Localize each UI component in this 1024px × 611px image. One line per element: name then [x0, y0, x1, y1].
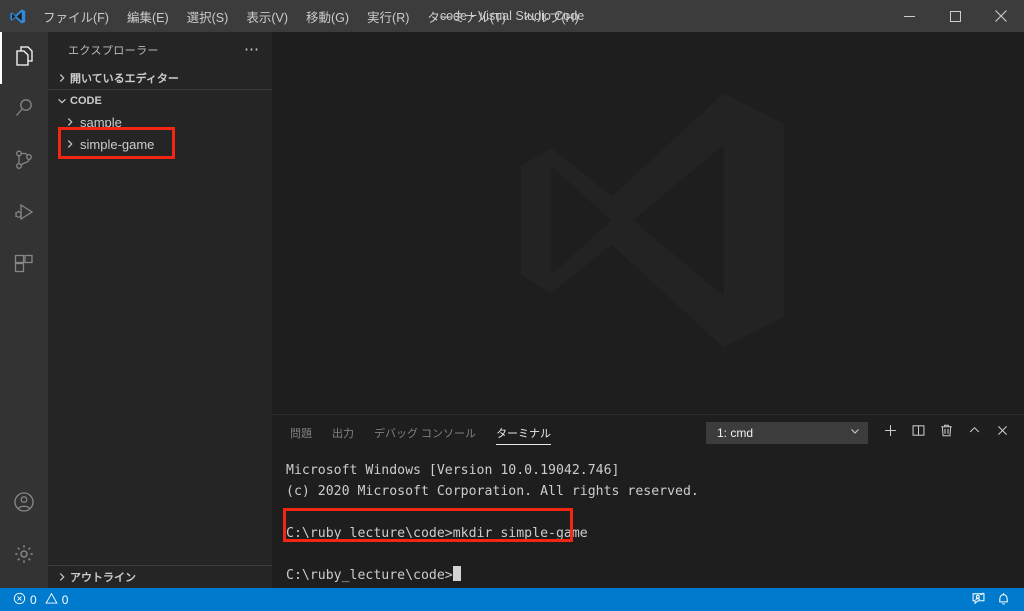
chevron-down-icon — [54, 93, 70, 109]
chevron-down-icon — [849, 425, 861, 440]
activitybar-item-explorer[interactable] — [0, 32, 48, 84]
notifications-bell-icon — [996, 591, 1011, 609]
close-panel-button[interactable] — [988, 419, 1016, 447]
extensions-icon — [12, 252, 36, 281]
activitybar-item-source-control[interactable] — [0, 136, 48, 188]
panel-actions: 1: cmd — [706, 415, 1016, 450]
status-feedback[interactable] — [966, 588, 991, 611]
activitybar-item-extensions[interactable] — [0, 240, 48, 292]
close-button[interactable] — [978, 0, 1024, 32]
split-terminal-icon — [911, 423, 926, 443]
terminal-instance-select[interactable]: 1: cmd — [706, 421, 868, 444]
activitybar-item-account[interactable] — [0, 478, 48, 530]
minimize-button[interactable] — [886, 0, 932, 32]
section-open-editors[interactable]: 開いているエディター — [48, 67, 272, 89]
title-bar: ファイル(F) 編集(E) 選択(S) 表示(V) 移動(G) 実行(R) ター… — [0, 0, 1024, 32]
section-outline-label: アウトライン — [70, 572, 136, 584]
menu-bar: ファイル(F) 編集(E) 選択(S) 表示(V) 移動(G) 実行(R) ター… — [34, 0, 588, 32]
panel-tab-bar: 問題 出力 デバッグ コンソール ターミナル 1: cmd — [272, 415, 1024, 450]
chevron-right-icon — [54, 569, 70, 585]
status-problems[interactable]: 0 0 — [8, 588, 73, 611]
menu-go[interactable]: 移動(G) — [297, 0, 358, 32]
menu-run[interactable]: 実行(R) — [358, 0, 418, 32]
warning-count: 0 — [61, 592, 69, 607]
search-icon — [12, 96, 36, 125]
section-outline-header[interactable]: アウトライン — [48, 566, 272, 588]
settings-gear-icon — [12, 542, 36, 571]
menu-selection[interactable]: 選択(S) — [178, 0, 238, 32]
sidebar-header: エクスプローラー ⋯ — [48, 32, 272, 67]
status-bar: 0 0 — [0, 588, 1024, 611]
activitybar-item-run-and-debug[interactable] — [0, 188, 48, 240]
section-open-editors-label: 開いているエディター — [70, 73, 179, 85]
terminal-instance-value: 1: cmd — [717, 425, 754, 440]
maximize-panel-chevron-up-icon — [967, 423, 982, 443]
menu-view[interactable]: 表示(V) — [237, 0, 297, 32]
terminal-output[interactable]: Microsoft Windows [Version 10.0.19042.74… — [272, 450, 1024, 589]
new-terminal-button[interactable] — [876, 419, 904, 447]
vscode-logo-icon — [0, 0, 34, 32]
vscode-window: ファイル(F) 編集(E) 選択(S) 表示(V) 移動(G) 実行(R) ター… — [0, 0, 1024, 611]
window-controls — [886, 0, 1024, 32]
status-notifications[interactable] — [991, 588, 1016, 611]
more-actions-icon[interactable]: ⋯ — [244, 42, 260, 57]
menu-edit[interactable]: 編集(E) — [118, 0, 178, 32]
warning-triangle-icon — [45, 592, 58, 608]
section-folder-code-label: CODE — [70, 94, 102, 107]
activitybar-item-settings[interactable] — [0, 530, 48, 582]
tab-terminal[interactable]: ターミナル — [496, 415, 552, 450]
tab-problems[interactable]: 問題 — [290, 415, 312, 450]
tab-debug-console[interactable]: デバッグ コンソール — [374, 415, 476, 450]
kill-terminal-button[interactable] — [932, 419, 960, 447]
source-control-icon — [12, 148, 36, 177]
menu-terminal[interactable]: ターミナル(T) — [418, 0, 514, 32]
tab-output[interactable]: 出力 — [332, 415, 354, 450]
account-icon — [12, 490, 36, 519]
tree-item-sample-label: sample — [80, 114, 122, 130]
activitybar-item-search[interactable] — [0, 84, 48, 136]
tree-item-simple-game-label: simple-game — [80, 136, 155, 152]
maximize-panel-button[interactable] — [960, 419, 988, 447]
menu-file[interactable]: ファイル(F) — [34, 0, 118, 32]
run-and-debug-icon — [12, 200, 36, 229]
new-terminal-plus-icon — [883, 423, 898, 443]
explorer-files-icon — [12, 44, 36, 73]
page-title: エクスプローラー — [68, 44, 159, 57]
editor-area — [272, 32, 1024, 414]
chevron-right-icon — [54, 70, 70, 86]
tree-item-sample[interactable]: sample — [48, 111, 272, 133]
section-folder-code[interactable]: CODE — [48, 89, 272, 111]
explorer-sidebar: エクスプローラー ⋯ 開いているエディター CODE sample simple… — [48, 32, 272, 588]
menu-help[interactable]: ヘルプ(H) — [515, 0, 588, 32]
terminal-cursor — [452, 566, 461, 581]
status-bar-left: 0 0 — [0, 588, 73, 611]
error-circle-icon — [13, 592, 26, 608]
kill-terminal-trash-icon — [939, 423, 954, 443]
close-panel-icon — [995, 423, 1010, 443]
feedback-tweet-icon — [971, 591, 986, 609]
activity-bar-bottom-group — [0, 478, 48, 582]
error-count: 0 — [30, 592, 37, 607]
terminal-prompt-text: C:\ruby_lecture\code> — [286, 568, 453, 583]
section-outline[interactable]: アウトライン — [48, 565, 272, 588]
activity-bar — [0, 32, 48, 588]
terminal-line-prompt: C:\ruby_lecture\code> — [286, 565, 1024, 586]
status-bar-right — [966, 588, 1024, 611]
terminal-line: Microsoft Windows [Version 10.0.19042.74… — [286, 463, 620, 478]
chevron-right-icon — [62, 136, 78, 152]
chevron-right-icon — [62, 114, 78, 130]
terminal-line: (c) 2020 Microsoft Corporation. All righ… — [286, 484, 699, 499]
vscode-logo-watermark — [497, 70, 799, 377]
terminal-line-command: C:\ruby_lecture\code>mkdir simple-game — [286, 526, 588, 541]
split-terminal-button[interactable] — [904, 419, 932, 447]
maximize-button[interactable] — [932, 0, 978, 32]
bottom-panel: 問題 出力 デバッグ コンソール ターミナル 1: cmd Microsoft … — [272, 414, 1024, 588]
tree-item-simple-game[interactable]: simple-game — [48, 133, 272, 155]
activity-bar-top-group — [0, 32, 48, 478]
